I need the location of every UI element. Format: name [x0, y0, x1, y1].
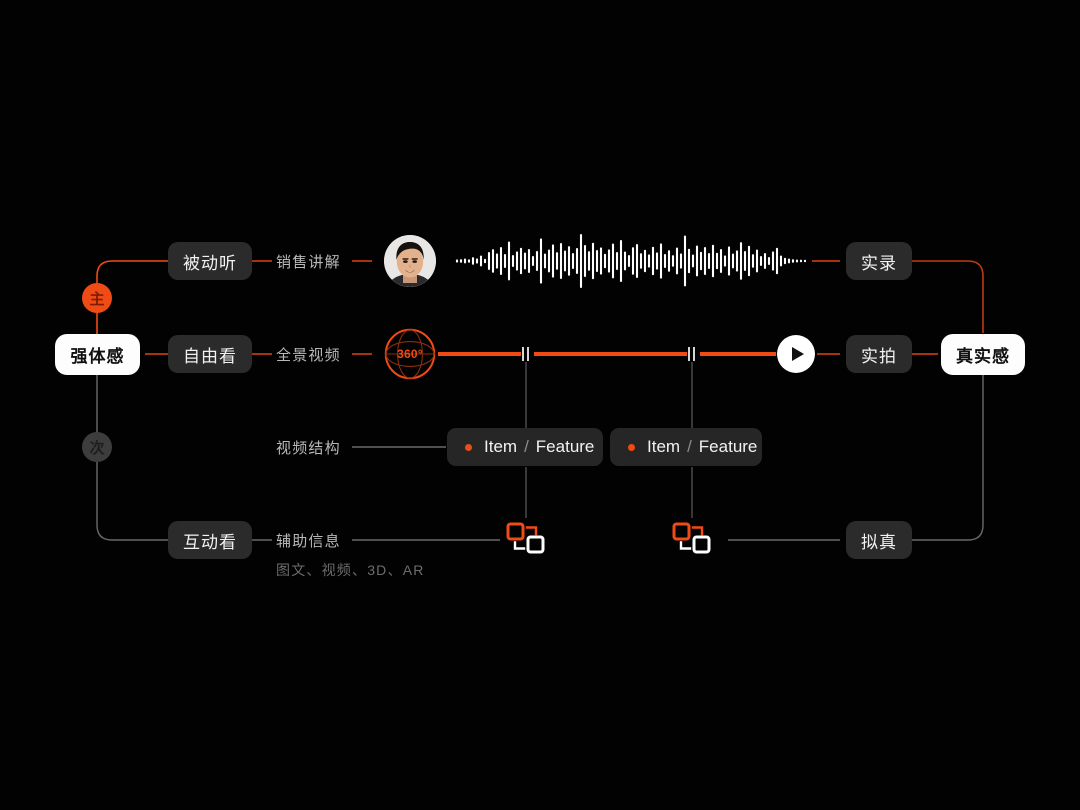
channel-label-panoramic-video: 全景视频	[276, 344, 341, 364]
mode-chip-passive-listen[interactable]: 被动听	[168, 242, 252, 280]
marker-secondary: 次	[82, 432, 112, 462]
outcome-chip-live-record[interactable]: 实录	[846, 242, 912, 280]
item-1-separator: /	[524, 437, 529, 456]
outcome-label-live-record: 实录	[861, 253, 897, 273]
globe-360-label: 360°	[384, 328, 436, 380]
structure-label: 视频结构	[276, 437, 341, 457]
structure-item-1[interactable]: Item / Feature	[447, 428, 603, 466]
connector-wires	[96, 260, 984, 541]
wire-right-primary	[912, 260, 984, 333]
duplicate-squares-icon-1	[505, 521, 547, 555]
channel-text-panoramic-video: 全景视频	[276, 346, 341, 364]
item-bullet-icon	[465, 443, 472, 451]
root-node-label: 强体感	[70, 347, 125, 366]
channel-sublabel-text: 图文、视频、3D、AR	[276, 562, 425, 578]
duplicate-squares-icon-2	[671, 521, 713, 555]
item-2-separator: /	[687, 437, 692, 456]
channel-label-sales-narration: 销售讲解	[276, 251, 341, 271]
duplicate-squares-icon	[672, 522, 711, 554]
channel-text-sales-narration: 销售讲解	[276, 253, 341, 271]
item-1-feature: Feature	[535, 437, 595, 456]
outcome-label-live-shoot: 实拍	[861, 346, 897, 366]
structure-item-2[interactable]: Item / Feature	[610, 428, 762, 466]
end-node-label: 真实感	[956, 347, 1010, 366]
presenter-avatar	[384, 235, 436, 287]
mode-chip-interactive-view[interactable]: 互动看	[168, 521, 252, 559]
channel-label-auxiliary-info: 辅助信息	[276, 530, 341, 550]
marker-primary: 主	[82, 283, 112, 313]
outcome-chip-simulation[interactable]: 拟真	[846, 521, 912, 559]
presenter-avatar-icon	[384, 235, 436, 287]
item-bullet-icon	[628, 443, 635, 451]
marker-primary-label: 主	[89, 290, 105, 308]
structure-label-text: 视频结构	[276, 439, 341, 457]
mode-chip-free-view[interactable]: 自由看	[168, 335, 252, 373]
outcome-label-simulation: 拟真	[861, 532, 897, 552]
marker-secondary-label: 次	[89, 439, 105, 457]
mode-label-interactive-view: 互动看	[183, 532, 237, 552]
mode-label-passive-listen: 被动听	[183, 253, 237, 273]
mode-label-free-view: 自由看	[183, 346, 237, 366]
play-button[interactable]	[777, 335, 815, 373]
globe-360-text: 360°	[396, 347, 424, 361]
play-icon	[791, 347, 804, 361]
audio-waveform	[455, 232, 811, 290]
panorama-360-badge[interactable]: 360°	[384, 328, 436, 380]
item-1-name: Item	[484, 437, 518, 456]
pause-marker-2[interactable]	[688, 347, 695, 361]
channel-sublabel-auxiliary-formats: 图文、视频、3D、AR	[276, 560, 425, 580]
root-node-strong-experience[interactable]: 强体感	[55, 334, 140, 375]
outcome-chip-live-shoot[interactable]: 实拍	[846, 335, 912, 373]
channel-text-auxiliary-info: 辅助信息	[276, 532, 341, 550]
wire-right-secondary	[912, 375, 984, 541]
audio-waveform-icon	[455, 233, 807, 289]
diagram-canvas: 主 次 强体感 被动听 自由看 互动看 销售讲解 全景视频 辅助信息 图文、视频…	[0, 0, 1080, 810]
duplicate-squares-icon	[506, 522, 545, 554]
pause-marker-1[interactable]	[522, 347, 529, 361]
end-node-realism[interactable]: 真实感	[941, 334, 1025, 375]
item-2-name: Item	[647, 437, 681, 456]
item-2-feature: Feature	[698, 437, 758, 456]
